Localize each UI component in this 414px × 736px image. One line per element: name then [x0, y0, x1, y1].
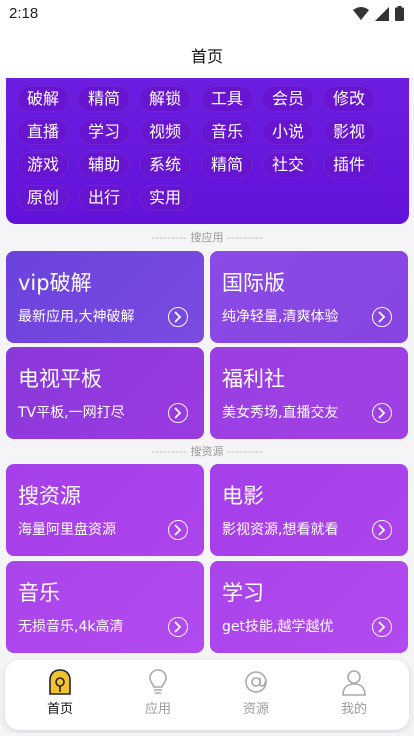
- signal-icon: [375, 6, 389, 21]
- card-subtitle: 海量阿里盘资源: [18, 522, 116, 538]
- at-icon: [245, 671, 267, 693]
- chevron-right-icon[interactable]: [168, 403, 188, 423]
- nav-label: 首页: [46, 702, 73, 717]
- card-title: 电视平板: [18, 367, 102, 391]
- card-subtitle: 纯净轻量,清爽体验: [222, 309, 339, 325]
- tag-chip[interactable]: 原创: [17, 185, 69, 211]
- bottom-nav: 首页 应用 资源 我的: [5, 660, 409, 730]
- status-time: 2:18: [9, 5, 39, 22]
- chevron-right-icon[interactable]: [372, 520, 392, 540]
- nav-item-apps[interactable]: 应用: [128, 668, 188, 724]
- chevron-right-icon[interactable]: [168, 307, 188, 327]
- home-bulb-icon: [49, 669, 71, 695]
- tag-chip[interactable]: 精简: [201, 152, 253, 178]
- card-subtitle: get技能,越学越优: [222, 619, 334, 635]
- card-study[interactable]: 学习 get技能,越学越优: [210, 561, 408, 653]
- nav-item-home[interactable]: 首页: [30, 668, 90, 724]
- card-subtitle: 最新应用,大神破解: [18, 309, 135, 325]
- page-title: 首页: [190, 47, 223, 66]
- tag-chip[interactable]: 系统: [139, 152, 191, 178]
- wifi-icon: [353, 6, 369, 20]
- card-title: 国际版: [222, 271, 285, 295]
- tag-chip[interactable]: 工具: [201, 86, 253, 112]
- section-label: 搜应用: [190, 231, 224, 244]
- tag-chip[interactable]: 音乐: [201, 119, 253, 145]
- tag-chip[interactable]: 学习: [78, 119, 130, 145]
- section-divider-apps: --------- 搜应用 ---------: [151, 231, 263, 244]
- status-icons: [353, 6, 404, 21]
- nav-item-me[interactable]: 我的: [324, 668, 384, 724]
- tag-chip[interactable]: 破解: [17, 86, 69, 112]
- battery-icon: [395, 6, 404, 21]
- category-tag-panel: 破解 精简 解锁 工具 会员 修改 直播 学习 视频 音乐 小说 影视 游戏 辅…: [6, 78, 409, 224]
- card-subtitle: 影视资源,想看就看: [222, 522, 339, 538]
- card-title: 电影: [222, 484, 264, 508]
- app-screen: 2:18 首页 破解 精简 解锁 工具 会员 修改 直播 学习 视频 音乐 小说…: [0, 0, 414, 736]
- card-welfare[interactable]: 福利社 美女秀场,直播交友: [210, 347, 408, 439]
- card-subtitle: 美女秀场,直播交友: [222, 405, 339, 421]
- nav-label: 我的: [340, 702, 367, 717]
- card-music[interactable]: 音乐 无损音乐,4k高清: [6, 561, 204, 653]
- tag-chip[interactable]: 精简: [78, 86, 130, 112]
- user-icon: [342, 670, 366, 696]
- card-subtitle: TV平板,一网打尽: [18, 405, 125, 421]
- top-header: 首页: [0, 30, 414, 78]
- card-tv-tablet[interactable]: 电视平板 TV平板,一网打尽: [6, 347, 204, 439]
- tag-chip[interactable]: 影视: [323, 119, 375, 145]
- card-search-resources[interactable]: 搜资源 海量阿里盘资源: [6, 464, 204, 556]
- chevron-right-icon[interactable]: [372, 403, 392, 423]
- tag-chip[interactable]: 修改: [323, 86, 375, 112]
- card-title: 搜资源: [18, 484, 81, 508]
- card-vip-crack[interactable]: vip破解 最新应用,大神破解: [6, 251, 204, 343]
- nav-label: 应用: [144, 702, 171, 717]
- tag-chip[interactable]: 辅助: [78, 152, 130, 178]
- tag-chip[interactable]: 小说: [262, 119, 314, 145]
- lightbulb-icon: [149, 669, 167, 694]
- card-subtitle: 无损音乐,4k高清: [18, 619, 124, 635]
- chevron-right-icon[interactable]: [168, 520, 188, 540]
- section-label: 搜资源: [190, 445, 224, 458]
- chevron-right-icon[interactable]: [168, 617, 188, 637]
- tag-chip[interactable]: 视频: [139, 119, 191, 145]
- tag-chip[interactable]: 会员: [262, 86, 314, 112]
- status-bar: 2:18: [0, 0, 414, 30]
- tag-chip[interactable]: 实用: [139, 185, 191, 211]
- section-divider-resources: --------- 搜资源 ---------: [151, 445, 263, 458]
- tag-chip[interactable]: 出行: [78, 185, 130, 211]
- nav-item-resources[interactable]: 资源: [226, 668, 286, 724]
- nav-label: 资源: [242, 702, 269, 717]
- card-title: vip破解: [18, 271, 92, 295]
- tag-chip[interactable]: 游戏: [17, 152, 69, 178]
- chevron-right-icon[interactable]: [372, 307, 392, 327]
- chevron-right-icon[interactable]: [372, 617, 392, 637]
- card-international[interactable]: 国际版 纯净轻量,清爽体验: [210, 251, 408, 343]
- tag-chip[interactable]: 社交: [262, 152, 314, 178]
- card-title: 福利社: [222, 367, 285, 391]
- card-title: 学习: [222, 581, 264, 605]
- tag-chip[interactable]: 直播: [17, 119, 69, 145]
- card-movies[interactable]: 电影 影视资源,想看就看: [210, 464, 408, 556]
- tag-chip[interactable]: 插件: [323, 152, 375, 178]
- tag-chip[interactable]: 解锁: [139, 86, 191, 112]
- card-title: 音乐: [18, 581, 60, 605]
